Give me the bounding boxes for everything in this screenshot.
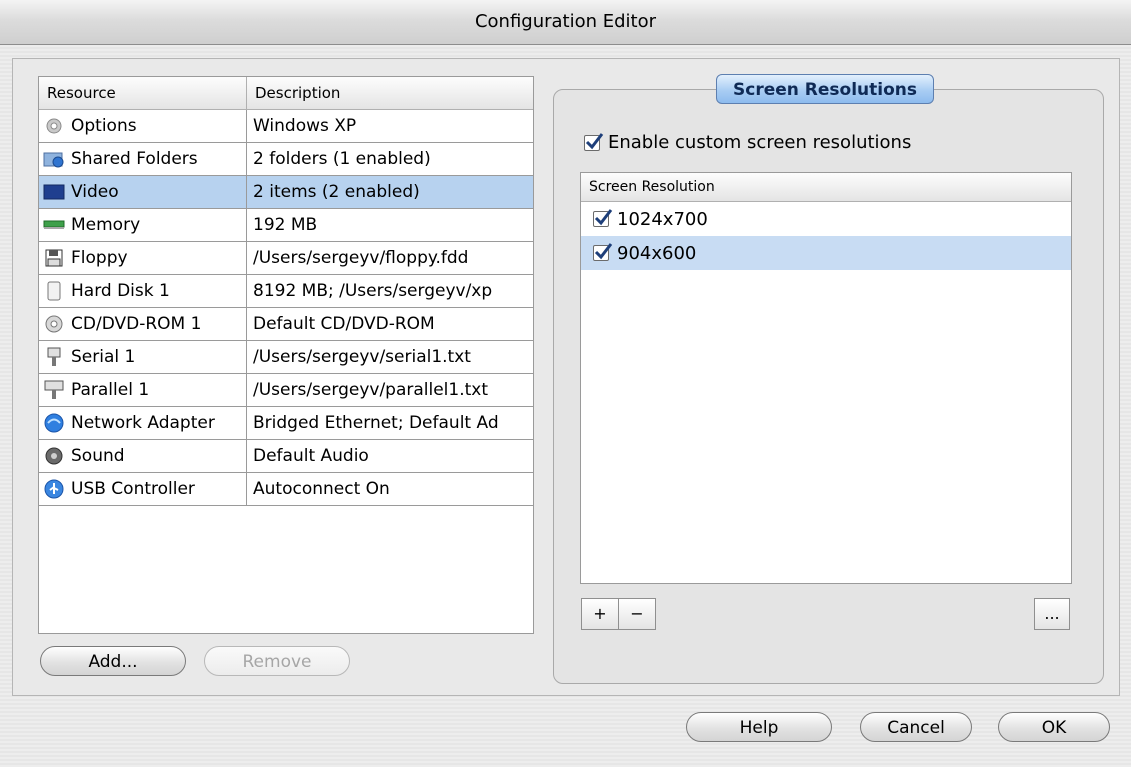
resource-description-cell: Bridged Ethernet; Default Ad: [253, 413, 499, 433]
resource-name: Sound: [71, 446, 125, 466]
monitor-icon: [43, 182, 65, 202]
resource-row-memory[interactable]: Memory 192 MB: [39, 209, 533, 242]
hard-disk-icon: [43, 281, 65, 301]
add-resolution-button[interactable]: +: [581, 598, 619, 630]
resource-name: Memory: [71, 215, 141, 235]
resource-name: Video: [71, 182, 119, 202]
resource-name: Hard Disk 1: [71, 281, 170, 301]
cancel-button[interactable]: Cancel: [860, 712, 972, 742]
resource-name-cell: Video: [39, 176, 247, 208]
resource-row-cd-dvd-rom-1[interactable]: CD/DVD-ROM 1 Default CD/DVD-ROM: [39, 308, 533, 341]
screen-resolutions-tab[interactable]: Screen Resolutions: [716, 74, 934, 104]
column-header-resource[interactable]: Resource: [39, 77, 247, 109]
resource-name: CD/DVD-ROM 1: [71, 314, 202, 334]
resource-name-cell: Hard Disk 1: [39, 275, 247, 307]
ok-button[interactable]: OK: [998, 712, 1110, 742]
resource-name-cell: Memory: [39, 209, 247, 241]
resolution-label: 904x600: [617, 242, 697, 264]
resource-name: Floppy: [71, 248, 128, 268]
resource-name: USB Controller: [71, 479, 195, 499]
resource-description-cell: 8192 MB; /Users/sergeyv/xp: [253, 281, 493, 301]
resource-name: Options: [71, 116, 137, 136]
sound-icon: [43, 446, 65, 466]
resource-name-cell: Network Adapter: [39, 407, 247, 439]
resource-row-parallel-1[interactable]: Parallel 1/Users/sergeyv/parallel1.txt: [39, 374, 533, 407]
checkbox-icon[interactable]: [584, 132, 604, 151]
resource-name-cell: Sound: [39, 440, 247, 472]
empty-row: [39, 506, 533, 538]
resource-name-cell: Parallel 1: [39, 374, 247, 406]
cd-icon: [43, 314, 65, 334]
help-button[interactable]: Help: [686, 712, 832, 742]
resource-description-cell: /Users/sergeyv/floppy.fdd: [253, 248, 469, 268]
resource-name-cell: USB Controller: [39, 473, 247, 505]
enable-custom-resolutions-label: Enable custom screen resolutions: [608, 132, 912, 153]
resource-row-shared-folders[interactable]: Shared Folders 2 folders (1 enabled): [39, 143, 533, 176]
resource-description-cell: Default Audio: [253, 446, 369, 466]
resource-description-cell: /Users/sergeyv/serial1.txt: [253, 347, 471, 367]
resource-description-cell: 192 MB: [253, 215, 318, 235]
resource-row-options[interactable]: Options Windows XP: [39, 110, 533, 143]
memory-icon: [43, 215, 65, 235]
remove-button[interactable]: Remove: [204, 646, 350, 676]
resource-name: Network Adapter: [71, 413, 215, 433]
resource-name: Shared Folders: [71, 149, 198, 169]
resource-row-floppy[interactable]: Floppy/Users/sergeyv/floppy.fdd: [39, 242, 533, 275]
resource-name-cell: CD/DVD-ROM 1: [39, 308, 247, 340]
resource-description-cell: Default CD/DVD-ROM: [253, 314, 435, 334]
screen-resolution-list: Screen Resolution 1024x700 904x600: [580, 172, 1072, 584]
resource-description-cell: 2 folders (1 enabled): [253, 149, 431, 169]
resource-description-cell: 2 items (2 enabled): [253, 182, 420, 202]
remove-resolution-button[interactable]: −: [618, 598, 656, 630]
resolution-label: 1024x700: [617, 208, 708, 230]
add-button[interactable]: Add...: [40, 646, 186, 676]
resource-name-cell: Serial 1: [39, 341, 247, 373]
serial-port-icon: [43, 347, 65, 367]
resource-row-usb-controller[interactable]: USB Controller Autoconnect On: [39, 473, 533, 506]
column-header-description[interactable]: Description: [247, 77, 531, 109]
resource-row-serial-1[interactable]: Serial 1/Users/sergeyv/serial1.txt: [39, 341, 533, 374]
gear-icon: [43, 116, 65, 136]
network-icon: [43, 413, 65, 433]
window-title: Configuration Editor: [0, 0, 1131, 45]
shared-folder-icon: [43, 149, 65, 169]
resource-name: Serial 1: [71, 347, 136, 367]
resource-row-video[interactable]: Video 2 items (2 enabled): [39, 176, 533, 209]
resolution-checkbox[interactable]: [593, 243, 613, 261]
enable-custom-resolutions-checkbox[interactable]: Enable custom screen resolutions: [584, 132, 911, 153]
resource-description-cell: /Users/sergeyv/parallel1.txt: [253, 380, 489, 400]
screen-resolution-column-header[interactable]: Screen Resolution: [581, 173, 1071, 202]
resource-name-cell: Shared Folders: [39, 143, 247, 175]
resource-description-cell: Windows XP: [253, 116, 357, 136]
resolution-checkbox[interactable]: [593, 209, 613, 227]
parallel-port-icon: [43, 380, 65, 400]
resource-table-header: Resource Description: [39, 77, 533, 110]
floppy-icon: [43, 248, 65, 268]
usb-icon: [43, 479, 65, 499]
resource-name: Parallel 1: [71, 380, 150, 400]
edit-resolution-button[interactable]: ...: [1034, 598, 1070, 630]
empty-row: [39, 538, 533, 570]
resource-row-sound[interactable]: Sound Default Audio: [39, 440, 533, 473]
resource-description-cell: Autoconnect On: [253, 479, 390, 499]
resource-table: Resource Description Options Windows XP Sh…: [38, 76, 534, 634]
resource-name-cell: Floppy: [39, 242, 247, 274]
resource-row-network-adapter[interactable]: Network Adapter Bridged Ethernet; Default…: [39, 407, 533, 440]
resource-name-cell: Options: [39, 110, 247, 142]
resource-row-hard-disk-1[interactable]: Hard Disk 1 8192 MB; /Users/sergeyv/xp: [39, 275, 533, 308]
resolution-row-904x600[interactable]: 904x600: [581, 236, 1071, 270]
resolution-row-1024x700[interactable]: 1024x700: [581, 202, 1071, 236]
